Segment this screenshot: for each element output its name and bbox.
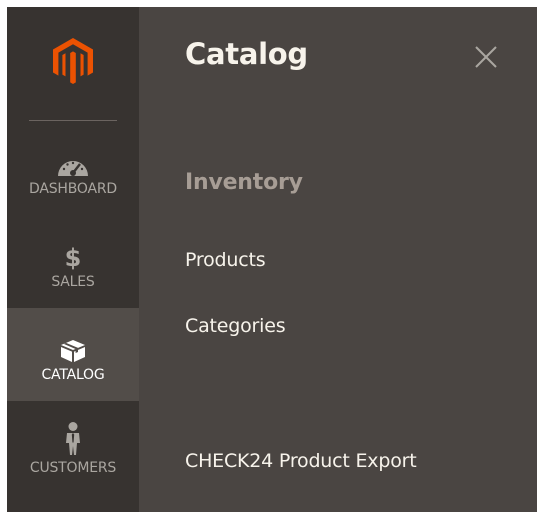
sidebar-item-label: DASHBOARD (29, 181, 117, 197)
person-icon (64, 422, 82, 456)
menu-link-check24-product-export[interactable]: CHECK24 Product Export (185, 450, 417, 472)
box-icon (60, 329, 86, 363)
sidebar-item-label: CATALOG (41, 367, 105, 383)
close-icon (475, 46, 497, 68)
menu-link-products[interactable]: Products (185, 249, 266, 271)
sidebar-divider (29, 120, 117, 121)
sidebar-item-sales[interactable]: $ SALES (7, 215, 139, 308)
admin-sidebar: DASHBOARD $ SALES CATALOG CUSTOMERS (7, 7, 139, 512)
magento-logo-icon (53, 38, 93, 84)
dollar-icon: $ (65, 236, 82, 270)
magento-logo[interactable] (7, 7, 139, 117)
dashboard-gauge-icon (56, 143, 90, 177)
sidebar-item-customers[interactable]: CUSTOMERS (7, 401, 139, 494)
menu-link-categories[interactable]: Categories (185, 315, 286, 337)
panel-title: Catalog (185, 37, 308, 71)
sidebar-item-label: SALES (51, 274, 95, 290)
sidebar-item-label: CUSTOMERS (29, 460, 117, 476)
section-title-inventory: Inventory (185, 170, 303, 195)
sidebar-item-catalog[interactable]: CATALOG (7, 308, 139, 401)
sidebar-item-dashboard[interactable]: DASHBOARD (7, 122, 139, 215)
close-button[interactable] (471, 42, 501, 72)
admin-frame: DASHBOARD $ SALES CATALOG CUSTOMERS Cata… (7, 7, 537, 512)
dollar-glyph: $ (64, 244, 82, 272)
